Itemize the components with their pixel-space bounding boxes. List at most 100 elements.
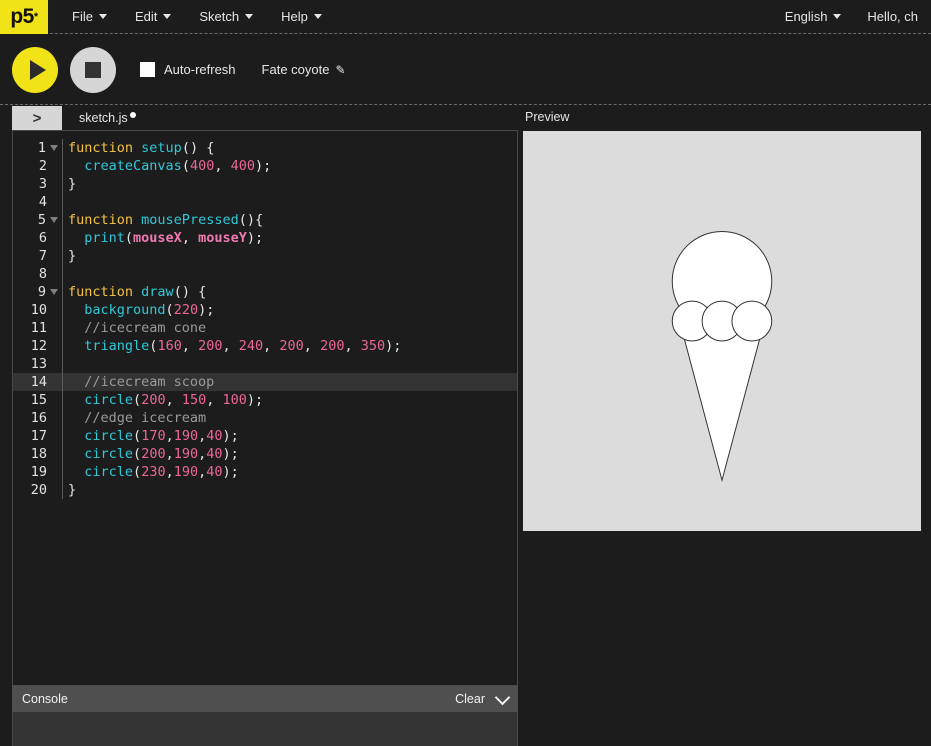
code-line[interactable]: 7} bbox=[13, 247, 517, 265]
line-number: 1 bbox=[37, 140, 46, 156]
console-header[interactable]: Console Clear bbox=[12, 686, 518, 712]
code-editor[interactable]: 1 function setup() {2 createCanvas(400, 4… bbox=[12, 130, 518, 686]
code-token: ( bbox=[133, 446, 142, 462]
nav-menu-help[interactable]: Help bbox=[267, 0, 336, 34]
code-token: , bbox=[214, 158, 231, 174]
code-token: print bbox=[84, 230, 125, 246]
file-tab-sketch-js[interactable]: sketch.js bbox=[79, 111, 136, 125]
code-token: 40 bbox=[206, 464, 223, 480]
nav-menu-edit[interactable]: Edit bbox=[121, 0, 185, 34]
sketch-name-field[interactable]: Fate coyote ✎ bbox=[262, 62, 346, 77]
file-tab-label: sketch.js bbox=[79, 111, 128, 125]
sketch-rendering bbox=[523, 132, 921, 530]
line-number: 10 bbox=[30, 302, 47, 318]
code-line-text: circle(200, 150, 100); bbox=[63, 391, 263, 409]
code-line[interactable]: 20} bbox=[13, 481, 517, 499]
nav-menu-sketch-label: Sketch bbox=[199, 9, 240, 24]
code-line[interactable]: 1 function setup() { bbox=[13, 139, 517, 157]
code-line[interactable]: 15 circle(200, 150, 100); bbox=[13, 391, 517, 409]
nav-menu-help-label: Help bbox=[281, 9, 308, 24]
code-line[interactable]: 16 //edge icecream bbox=[13, 409, 517, 427]
line-number: 2 bbox=[38, 158, 47, 174]
code-line[interactable]: 17 circle(170,190,40); bbox=[13, 427, 517, 445]
nav-menu-list: File Edit Sketch Help bbox=[58, 0, 336, 34]
code-line[interactable]: 4 bbox=[13, 193, 517, 211]
nav-menu-file[interactable]: File bbox=[58, 0, 121, 34]
code-line-text: triangle(160, 200, 240, 200, 200, 350); bbox=[63, 337, 401, 355]
p5-logo[interactable]: p5 * bbox=[0, 0, 48, 34]
language-selector-label: English bbox=[784, 9, 828, 24]
code-line[interactable]: 10 background(220); bbox=[13, 301, 517, 319]
code-line-text: circle(200,190,40); bbox=[63, 445, 239, 463]
code-token: //icecream cone bbox=[84, 320, 207, 336]
code-line[interactable]: 11 //icecream cone bbox=[13, 319, 517, 337]
preview-canvas[interactable] bbox=[523, 131, 921, 531]
code-token: setup bbox=[141, 140, 182, 156]
code-line[interactable]: 5 function mousePressed(){ bbox=[13, 211, 517, 229]
code-line[interactable]: 8 bbox=[13, 265, 517, 283]
nav-right-group: English Hello, ch bbox=[772, 0, 931, 34]
line-number: 7 bbox=[38, 248, 47, 264]
preview-label: Preview bbox=[525, 110, 570, 124]
code-line-text: function draw() { bbox=[63, 283, 206, 301]
line-gutter: 14 bbox=[13, 373, 63, 391]
user-greeting[interactable]: Hello, ch bbox=[854, 0, 931, 34]
run-button[interactable] bbox=[12, 46, 58, 93]
code-line[interactable]: 19 circle(230,190,40); bbox=[13, 463, 517, 481]
code-token: ( bbox=[124, 230, 134, 246]
logo-text: p5 bbox=[10, 4, 34, 28]
chevron-down-icon[interactable] bbox=[494, 689, 511, 705]
code-line-text: } bbox=[63, 247, 76, 265]
code-token: mouseY bbox=[198, 230, 247, 246]
language-selector[interactable]: English bbox=[772, 0, 855, 34]
code-lines-container: 1 function setup() {2 createCanvas(400, 4… bbox=[13, 131, 517, 499]
code-line[interactable]: 3} bbox=[13, 175, 517, 193]
code-line[interactable]: 14 //icecream scoop bbox=[13, 373, 517, 391]
code-token: ); bbox=[198, 302, 215, 318]
line-gutter: 5 bbox=[13, 211, 63, 229]
line-number: 5 bbox=[37, 212, 46, 228]
code-token: (){ bbox=[238, 212, 264, 228]
line-number: 6 bbox=[38, 230, 47, 246]
line-number: 8 bbox=[38, 266, 47, 282]
line-number: 19 bbox=[30, 464, 47, 480]
fold-triangle-icon[interactable] bbox=[50, 217, 58, 223]
fold-triangle-icon[interactable] bbox=[50, 145, 58, 151]
code-line[interactable]: 18 circle(200,190,40); bbox=[13, 445, 517, 463]
code-line[interactable]: 6 print(mouseX, mouseY); bbox=[13, 229, 517, 247]
code-line[interactable]: 2 createCanvas(400, 400); bbox=[13, 157, 517, 175]
nav-menu-sketch[interactable]: Sketch bbox=[185, 0, 267, 34]
code-token: 230 bbox=[141, 464, 166, 480]
code-line[interactable]: 12 triangle(160, 200, 240, 200, 200, 350… bbox=[13, 337, 517, 355]
chevron-down-icon bbox=[98, 14, 107, 19]
autorefresh-toggle[interactable]: Auto-refresh bbox=[140, 62, 236, 77]
line-number: 13 bbox=[30, 356, 47, 372]
nav-menu-file-label: File bbox=[72, 9, 93, 24]
pencil-icon[interactable]: ✎ bbox=[335, 63, 345, 77]
code-line[interactable]: 13 bbox=[13, 355, 517, 373]
fold-triangle-icon[interactable] bbox=[50, 289, 58, 295]
code-line[interactable]: 9 function draw() { bbox=[13, 283, 517, 301]
sketch-toolbar: Auto-refresh Fate coyote ✎ bbox=[0, 35, 931, 105]
autorefresh-checkbox[interactable] bbox=[140, 62, 155, 77]
stop-button[interactable] bbox=[70, 46, 116, 93]
code-token: 200 bbox=[141, 392, 166, 408]
sidebar-toggle-button[interactable]: > bbox=[12, 106, 62, 130]
line-number: 3 bbox=[38, 176, 47, 192]
line-gutter: 3 bbox=[13, 175, 63, 193]
line-gutter: 18 bbox=[13, 445, 63, 463]
console-clear-button[interactable]: Clear bbox=[455, 692, 485, 706]
